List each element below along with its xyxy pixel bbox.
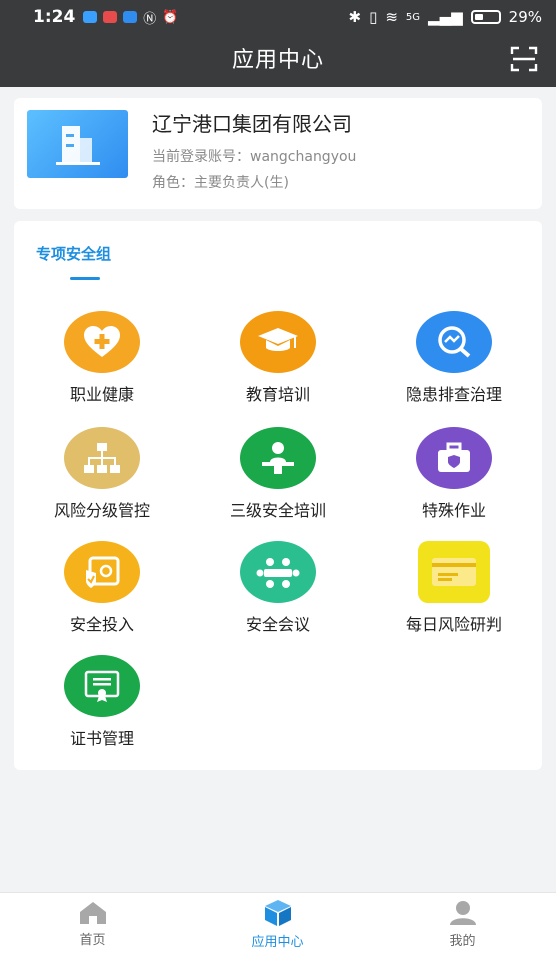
tab-special-safety-group[interactable]: 专项安全组 <box>36 243 111 264</box>
page-title: 应用中心 <box>231 48 324 73</box>
user-role: 角色：主要负责人(生) <box>152 175 289 191</box>
bluetooth-icon: ✱ <box>348 8 362 26</box>
app-risk-control[interactable]: 风险分级管控 <box>14 427 190 537</box>
app-label: 安全会议 <box>245 615 310 634</box>
app-label: 风险分级管控 <box>53 501 150 520</box>
app-safety-investment[interactable]: 安全投入 <box>14 541 190 651</box>
nav-app-center[interactable]: 应用中心 <box>185 893 370 955</box>
app-label: 安全投入 <box>69 615 134 634</box>
heart-plus-icon <box>64 311 140 373</box>
app-occupational-health[interactable]: 职业健康 <box>14 311 190 421</box>
cube-icon <box>264 900 291 926</box>
hierarchy-icon <box>64 427 140 489</box>
app-label: 职业健康 <box>69 385 134 404</box>
wifi-icon: ≋ <box>385 8 398 26</box>
graduation-cap-icon <box>240 311 316 373</box>
nav-mine[interactable]: 我的 <box>370 893 555 955</box>
status-right: ✱ ▯ ≋ 5G ▂▄▆ 29% <box>349 8 543 26</box>
app-three-level-training[interactable]: 三级安全培训 <box>190 427 366 537</box>
top-bar: 1:24 Ⓝ ⏰ ✱ ▯ ≋ 5G ▂▄▆ 29% 应用中心 <box>0 0 556 87</box>
alarm-icon: ⏰ <box>162 9 179 25</box>
bottom-nav: 首页 应用中心 我的 <box>0 892 556 955</box>
tab-underline <box>70 277 100 280</box>
company-logo <box>27 110 128 178</box>
scan-icon[interactable] <box>510 46 538 72</box>
magnifier-chart-icon <box>416 311 492 373</box>
company-name: 辽宁港口集团有限公司 <box>152 112 352 136</box>
app-notification-icon <box>83 11 98 23</box>
safety-group-panel: 专项安全组 职业健康 教育培训 隐患排查治理 风险分级管控 三级安全培训 特殊作… <box>14 221 542 770</box>
app-label: 每日风险研判 <box>405 615 502 634</box>
user-icon <box>449 901 476 925</box>
signal-icon: ▂▄▆ <box>428 8 463 26</box>
nav-home[interactable]: 首页 <box>0 893 185 955</box>
app-label: 隐患排查治理 <box>405 385 502 404</box>
toolbox-icon <box>416 427 492 489</box>
cloud-icon <box>123 11 138 23</box>
safe-shield-icon <box>64 541 140 603</box>
nav-mine-label: 我的 <box>449 934 476 949</box>
app-notification-icon <box>103 11 118 23</box>
nav-app-center-label: 应用中心 <box>251 935 304 950</box>
status-bar: 1:24 Ⓝ ⏰ ✱ ▯ ≋ 5G ▂▄▆ 29% <box>0 0 556 34</box>
network-label: 5G <box>405 11 421 23</box>
notification-icons: Ⓝ ⏰ <box>83 8 179 27</box>
app-daily-risk-assessment[interactable]: 每日风险研判 <box>366 541 542 651</box>
vibrate-icon: ▯ <box>369 8 378 26</box>
app-label: 特殊作业 <box>421 501 486 520</box>
building-icon <box>55 126 100 165</box>
app-education-training[interactable]: 教育培训 <box>190 311 366 421</box>
app-label: 证书管理 <box>69 729 134 748</box>
presenter-icon <box>240 427 316 489</box>
current-account: 当前登录账号：wangchangyou <box>152 149 357 165</box>
battery-percent: 29% <box>508 8 542 26</box>
app-certificate-management[interactable]: 证书管理 <box>14 655 190 765</box>
company-card: 辽宁港口集团有限公司 当前登录账号：wangchangyou 角色：主要负责人(… <box>14 98 542 209</box>
app-hazard-inspection[interactable]: 隐患排查治理 <box>366 311 542 421</box>
card-icon <box>418 541 490 603</box>
certificate-icon <box>64 655 140 717</box>
status-time: 1:24 <box>33 7 76 27</box>
app-safety-meeting[interactable]: 安全会议 <box>190 541 366 651</box>
app-special-operations[interactable]: 特殊作业 <box>366 427 542 537</box>
home-icon <box>79 902 106 924</box>
app-label: 三级安全培训 <box>229 501 326 520</box>
app-label: 教育培训 <box>245 385 310 404</box>
nav-home-label: 首页 <box>79 933 106 948</box>
nfc-icon: Ⓝ <box>143 11 157 27</box>
meeting-icon <box>240 541 316 603</box>
battery-icon <box>470 10 501 24</box>
